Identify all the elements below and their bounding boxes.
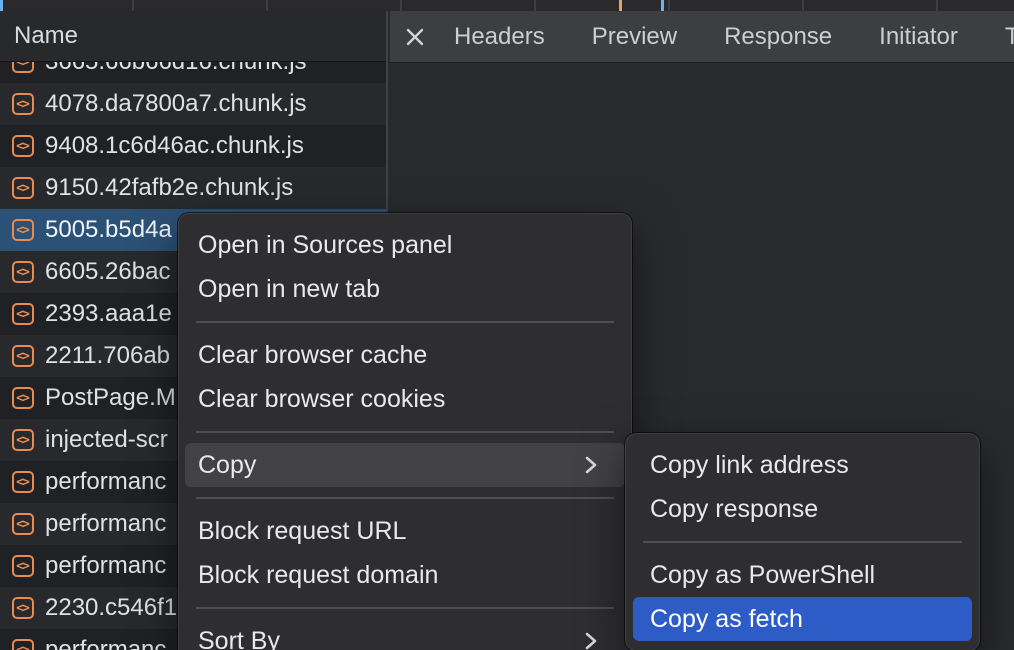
name-column-label: Name [14, 22, 78, 50]
menu-separator [196, 321, 614, 323]
close-detail-button[interactable] [403, 17, 427, 57]
menu-separator [196, 431, 614, 433]
menu-item-copy-as-powershell[interactable]: Copy as PowerShell [633, 553, 972, 597]
script-file-icon: <> [12, 219, 34, 241]
tab-initiator[interactable]: Initiator [859, 11, 978, 63]
context-menu: Open in Sources panel Open in new tab Cl… [178, 213, 632, 650]
network-request-row[interactable]: <> 3665.66b66d16.chunk.js [0, 62, 386, 83]
timeline-tick-icon [661, 0, 664, 11]
name-column-header[interactable]: Name [0, 11, 386, 62]
submenu-chevron-icon [583, 453, 598, 477]
submenu-chevron-icon [583, 629, 598, 650]
menu-item-open-in-sources-panel[interactable]: Open in Sources panel [185, 223, 625, 267]
script-file-icon: <> [12, 135, 34, 157]
script-file-icon: <> [12, 597, 34, 619]
script-file-icon: <> [12, 93, 34, 115]
network-overview-strip[interactable] [0, 0, 1014, 11]
script-file-icon: <> [12, 261, 34, 283]
menu-item-clear-browser-cache[interactable]: Clear browser cache [185, 333, 625, 377]
network-request-row[interactable]: <> 9150.42fafb2e.chunk.js [0, 167, 386, 209]
script-file-icon: <> [12, 471, 34, 493]
script-file-icon: <> [12, 62, 34, 73]
script-file-icon: <> [12, 387, 34, 409]
menu-item-copy-as-fetch[interactable]: Copy as fetch [633, 597, 972, 641]
timeline-tick-icon [0, 0, 3, 11]
menu-item-sort-by[interactable]: Sort By [185, 619, 625, 650]
detail-tabs-bar: Headers Preview Response Initiator Timin… [390, 11, 1014, 63]
script-file-icon: <> [12, 177, 34, 199]
tab-response[interactable]: Response [704, 11, 852, 63]
script-file-icon: <> [12, 555, 34, 577]
tab-preview[interactable]: Preview [572, 11, 697, 63]
copy-submenu: Copy link address Copy response Copy as … [625, 433, 980, 650]
tab-timing[interactable]: Timing [985, 11, 1014, 63]
script-file-icon: <> [12, 303, 34, 325]
menu-item-copy-link-address[interactable]: Copy link address [633, 443, 972, 487]
timeline-tick-icon [619, 0, 622, 11]
menu-separator [196, 607, 614, 609]
menu-item-copy[interactable]: Copy [185, 443, 625, 487]
script-file-icon: <> [12, 639, 34, 650]
menu-separator [643, 541, 962, 543]
network-request-row[interactable]: <> 9408.1c6d46ac.chunk.js [0, 125, 386, 167]
menu-item-block-request-domain[interactable]: Block request domain [185, 553, 625, 597]
network-request-row[interactable]: <> 4078.da7800a7.chunk.js [0, 83, 386, 125]
tab-headers[interactable]: Headers [434, 11, 565, 63]
menu-item-copy-response[interactable]: Copy response [633, 487, 972, 531]
devtools-network-panel: Name <> 3665.66b66d16.chunk.js <> 4078.d… [0, 0, 1014, 650]
menu-item-open-in-new-tab[interactable]: Open in new tab [185, 267, 625, 311]
menu-item-clear-browser-cookies[interactable]: Clear browser cookies [185, 377, 625, 421]
close-icon [403, 25, 427, 49]
menu-separator [196, 497, 614, 499]
menu-item-block-request-url[interactable]: Block request URL [185, 509, 625, 553]
script-file-icon: <> [12, 513, 34, 535]
script-file-icon: <> [12, 429, 34, 451]
script-file-icon: <> [12, 345, 34, 367]
